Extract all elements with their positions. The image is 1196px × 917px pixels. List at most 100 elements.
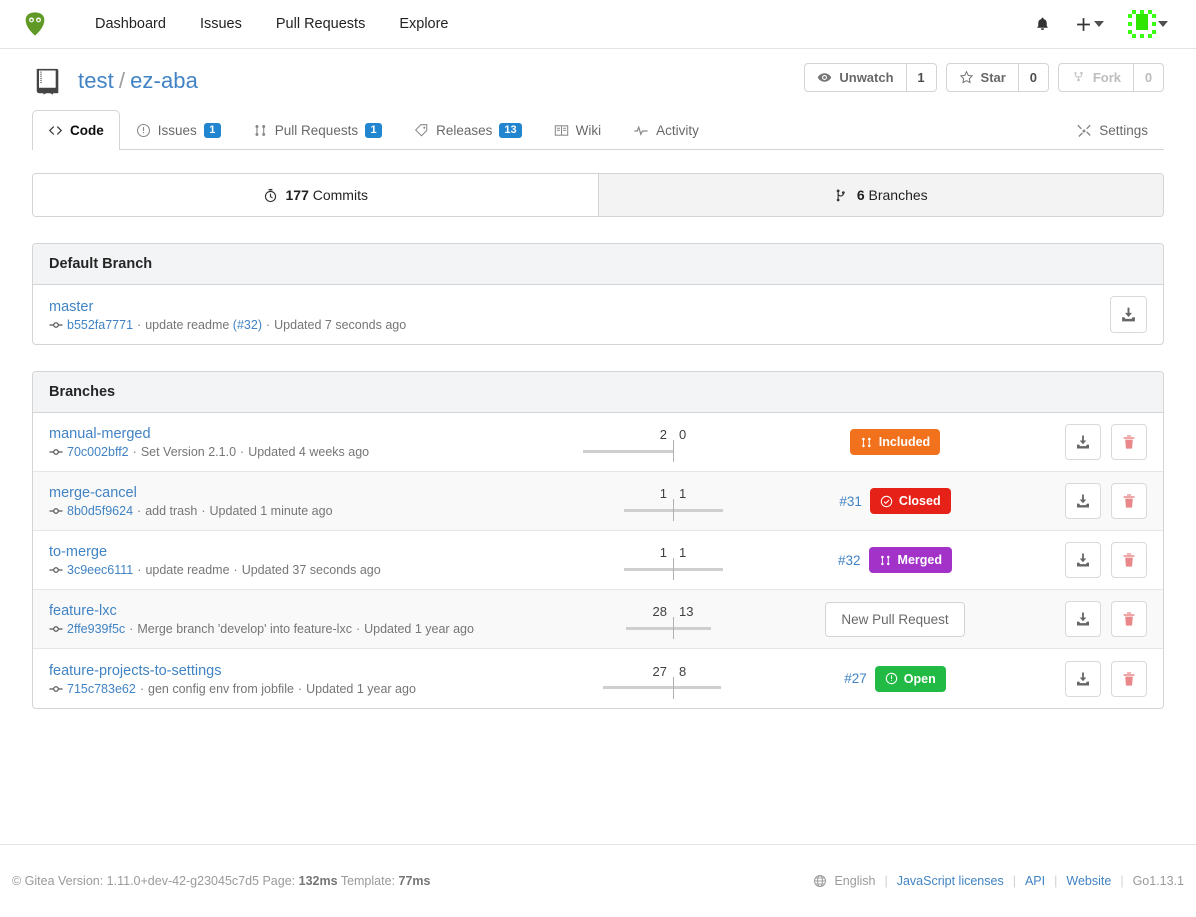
branch-sha[interactable]: 715c783e62 [67, 682, 136, 696]
segment-branches[interactable]: 6 Branches [598, 174, 1164, 216]
commits-ahead-count: 8 [673, 663, 763, 681]
star-button-group: Star 0 [946, 63, 1049, 92]
branch-updated: Updated 1 year ago [364, 622, 474, 636]
main-nav-links: Dashboard Issues Pull Requests Explore [78, 0, 466, 48]
download-branch-button[interactable] [1065, 424, 1101, 460]
new-pull-request-button[interactable]: New Pull Request [825, 602, 964, 637]
delete-branch-button[interactable] [1111, 483, 1147, 519]
ahead-bar [673, 627, 711, 630]
branches-panel-title: Branches [33, 372, 1163, 413]
repository-tabs: Code Issues 1 Pull Requests 1 Releases 1… [32, 109, 1164, 150]
download-icon [1075, 671, 1091, 687]
nav-link-explore[interactable]: Explore [382, 0, 465, 48]
download-default-branch-button[interactable] [1110, 296, 1147, 333]
status-badge: Included [850, 429, 940, 455]
default-branch-panel-title: Default Branch [33, 244, 1163, 285]
branch-sha[interactable]: 2ffe939f5c [67, 622, 125, 636]
delete-branch-button[interactable] [1111, 661, 1147, 697]
history-icon [263, 188, 278, 203]
branch-commit-message: Merge branch 'develop' into feature-lxc [137, 622, 352, 636]
tab-code[interactable]: Code [32, 110, 120, 150]
issue-opened-icon [885, 672, 898, 685]
trash-icon [1121, 552, 1137, 568]
git-commit-icon [49, 318, 63, 332]
tag-icon [414, 123, 429, 138]
user-menu[interactable] [1116, 0, 1180, 48]
tab-issues[interactable]: Issues 1 [120, 110, 237, 150]
breadcrumb-owner[interactable]: test [78, 68, 114, 93]
star-count[interactable]: 0 [1019, 63, 1049, 92]
download-branch-button[interactable] [1065, 661, 1101, 697]
footer-api-link[interactable]: API [1025, 874, 1045, 888]
tab-pull-requests-badge: 1 [365, 123, 382, 138]
table-row: manual-merged 70c002bff2 · Set Version 2… [33, 413, 1163, 472]
star-icon [959, 70, 974, 85]
branch-sha[interactable]: 70c002bff2 [67, 445, 129, 459]
tab-activity[interactable]: Activity [617, 110, 715, 150]
unwatch-label: Unwatch [839, 70, 893, 85]
eye-icon [817, 70, 832, 85]
download-branch-button[interactable] [1065, 601, 1101, 637]
git-merge-icon [879, 554, 892, 567]
nav-link-dashboard[interactable]: Dashboard [78, 0, 183, 48]
branch-status: #31 Closed [763, 486, 1027, 516]
git-pull-request-icon [860, 436, 873, 449]
repository-icon [32, 65, 64, 97]
repo-stats-segments: 177 Commits 6 Branches [32, 173, 1164, 217]
issue-closed-icon [880, 495, 893, 508]
delete-branch-button[interactable] [1111, 424, 1147, 460]
download-branch-button[interactable] [1065, 542, 1101, 578]
branch-updated: Updated 1 year ago [306, 682, 416, 696]
unwatch-button[interactable]: Unwatch [804, 63, 906, 92]
code-icon [48, 123, 63, 138]
nav-link-issues[interactable]: Issues [183, 0, 259, 48]
star-button[interactable]: Star [946, 63, 1019, 92]
nav-link-pull-requests[interactable]: Pull Requests [259, 0, 382, 48]
branch-sha[interactable]: 8b0d5f9624 [67, 504, 133, 518]
breadcrumb-repo-name[interactable]: ez-aba [130, 68, 198, 93]
create-new-menu[interactable] [1063, 0, 1116, 48]
chevron-down-icon [1094, 21, 1104, 27]
delete-branch-button[interactable] [1111, 601, 1147, 637]
delete-branch-button[interactable] [1111, 542, 1147, 578]
footer-website-link[interactable]: Website [1066, 874, 1111, 888]
download-icon [1075, 552, 1091, 568]
branch-name-link[interactable]: to-merge [49, 544, 107, 560]
tab-settings[interactable]: Settings [1060, 110, 1164, 150]
plus-icon [1075, 16, 1092, 33]
tab-pull-requests[interactable]: Pull Requests 1 [237, 110, 398, 150]
footer-language[interactable]: English [834, 874, 875, 888]
issue-ref-link[interactable]: #27 [844, 671, 867, 686]
footer-js-licenses-link[interactable]: JavaScript licenses [897, 874, 1004, 888]
issue-ref-link[interactable]: #32 [838, 553, 861, 568]
commits-ahead-count: 0 [673, 426, 763, 444]
branch-status: #27 Open [763, 664, 1027, 694]
default-branch-issue-ref[interactable]: (#32) [233, 318, 262, 332]
notifications-button[interactable] [1022, 0, 1063, 48]
divergence-divider [673, 558, 674, 580]
chevron-down-icon [1158, 21, 1168, 27]
watch-button-group: Unwatch 1 [804, 63, 936, 92]
tab-wiki[interactable]: Wiki [538, 110, 618, 150]
segment-commits[interactable]: 177 Commits [33, 174, 598, 216]
watch-count[interactable]: 1 [907, 63, 937, 92]
default-branch-sha[interactable]: b552fa7771 [67, 318, 133, 332]
row-actions [1027, 601, 1147, 637]
branch-sha[interactable]: 3c9eec6111 [67, 563, 133, 577]
status-badge: Closed [870, 488, 951, 514]
branch-name-link[interactable]: merge-cancel [49, 485, 137, 501]
gitea-logo-icon[interactable] [20, 9, 50, 39]
default-branch-name[interactable]: master [49, 299, 93, 315]
status-badge: Open [875, 666, 946, 692]
branch-meta: 8b0d5f9624 · add trash · Updated 1 minut… [49, 504, 569, 518]
top-navigation-bar: Dashboard Issues Pull Requests Explore [0, 0, 1196, 49]
branch-name-link[interactable]: manual-merged [49, 426, 151, 442]
table-row: merge-cancel 8b0d5f9624 · add trash · Up… [33, 472, 1163, 531]
download-branch-button[interactable] [1065, 483, 1101, 519]
divergence-graph: 1 1 [583, 485, 763, 517]
issue-ref-link[interactable]: #31 [839, 494, 862, 509]
branch-name-link[interactable]: feature-projects-to-settings [49, 663, 221, 679]
row-actions [1027, 661, 1147, 697]
branch-name-link[interactable]: feature-lxc [49, 603, 117, 619]
tab-releases[interactable]: Releases 13 [398, 110, 538, 150]
